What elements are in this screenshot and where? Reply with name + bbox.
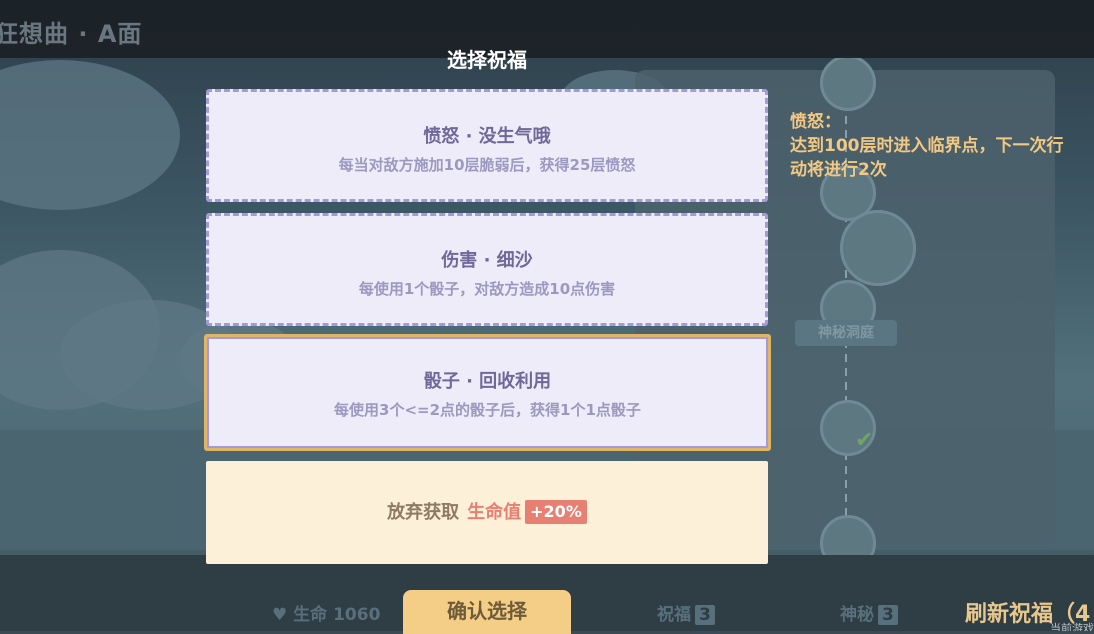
- blessing-card-title: 愤怒 · 没生气哦: [423, 126, 551, 147]
- blessing-card-title: 伤害 · 细沙: [441, 250, 533, 271]
- corner-text: 当前游戏: [1050, 622, 1094, 631]
- dialog-title: 选择祝福: [447, 48, 527, 72]
- confirm-button[interactable]: 确认选择: [403, 590, 571, 634]
- blessing-count: 3: [695, 605, 715, 625]
- tooltip-heading: 愤怒：: [790, 112, 841, 132]
- blessing-card-anger[interactable]: 愤怒 · 没生气哦 每当对敌方施加10层脆弱后，获得25层愤怒: [206, 89, 768, 202]
- tooltip-body: 达到100层时进入临界点，下一次行动将进行2次: [790, 136, 1064, 180]
- mystery-stat: 神秘 3: [840, 600, 898, 625]
- mystery-label: 神秘: [840, 605, 874, 625]
- blessing-card-dice[interactable]: 骰子 · 回收利用 每使用3个<=2点的骰子后，获得1个1点骰子: [204, 334, 771, 451]
- route-node-label: 神秘洞庭: [795, 320, 897, 346]
- blessing-card-desc: 每当对敌方施加10层脆弱后，获得25层愤怒: [338, 156, 636, 174]
- route-node: [820, 55, 876, 111]
- blessing-card-desc: 每使用1个骰子，对敌方造成10点伤害: [358, 280, 616, 298]
- blessing-card-damage[interactable]: 伤害 · 细沙 每使用1个骰子，对敌方造成10点伤害: [206, 213, 768, 326]
- game-title: 狂想曲 · A面: [0, 20, 143, 48]
- blessing-stat: 祝福 3: [657, 600, 715, 625]
- forgo-blessing-button[interactable]: 放弃获取 生命值 +20%: [206, 461, 768, 564]
- forgo-badge: +20%: [525, 500, 587, 524]
- cloud: [0, 60, 180, 210]
- keyword-tooltip: 愤怒： 达到100层时进入临界点，下一次行动将进行2次: [790, 110, 1070, 182]
- health-label: 生命 1060: [293, 605, 381, 625]
- blessing-card-title: 骰子 · 回收利用: [423, 371, 552, 392]
- heart-icon: ♥: [272, 605, 288, 625]
- forgo-reward: 生命值: [467, 502, 522, 523]
- blessing-label: 祝福: [657, 605, 691, 625]
- route-node-avatar: [840, 210, 916, 286]
- health-stat: ♥ 生命 1060: [272, 600, 380, 625]
- mystery-count: 3: [878, 605, 898, 625]
- check-icon: ✔: [855, 428, 874, 453]
- forgo-label: 放弃获取: [387, 502, 460, 523]
- blessing-card-desc: 每使用3个<=2点的骰子后，获得1个1点骰子: [334, 401, 641, 419]
